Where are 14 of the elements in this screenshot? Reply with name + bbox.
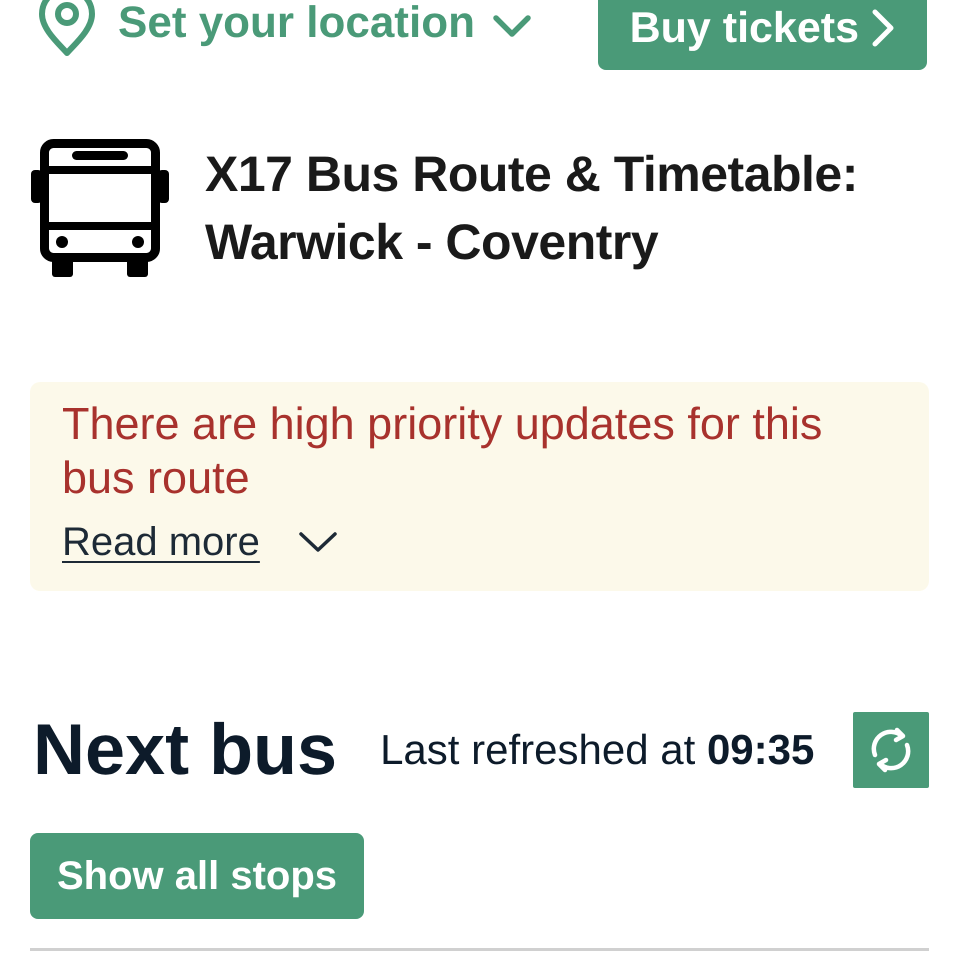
buy-tickets-button[interactable]: Buy tickets: [598, 0, 927, 70]
bus-icon: [30, 138, 170, 278]
chevron-right-icon: [871, 9, 895, 47]
next-bus-heading: Next bus: [33, 714, 338, 786]
location-pin-icon: [38, 0, 96, 57]
chevron-down-icon: [492, 14, 531, 38]
last-refreshed-label: Last refreshed at 09:35: [380, 729, 814, 771]
location-selector[interactable]: Set your location: [38, 0, 531, 57]
route-title: X17 Bus Route & Timetable: Warwick - Coventry: [205, 145, 859, 272]
show-all-stops-button[interactable]: Show all stops: [30, 833, 364, 919]
read-more-link[interactable]: Read more: [62, 515, 260, 569]
alert-message: There are high priority updates for this bus route: [62, 397, 824, 505]
chevron-down-icon[interactable]: [298, 530, 338, 554]
refresh-button[interactable]: [853, 712, 929, 788]
